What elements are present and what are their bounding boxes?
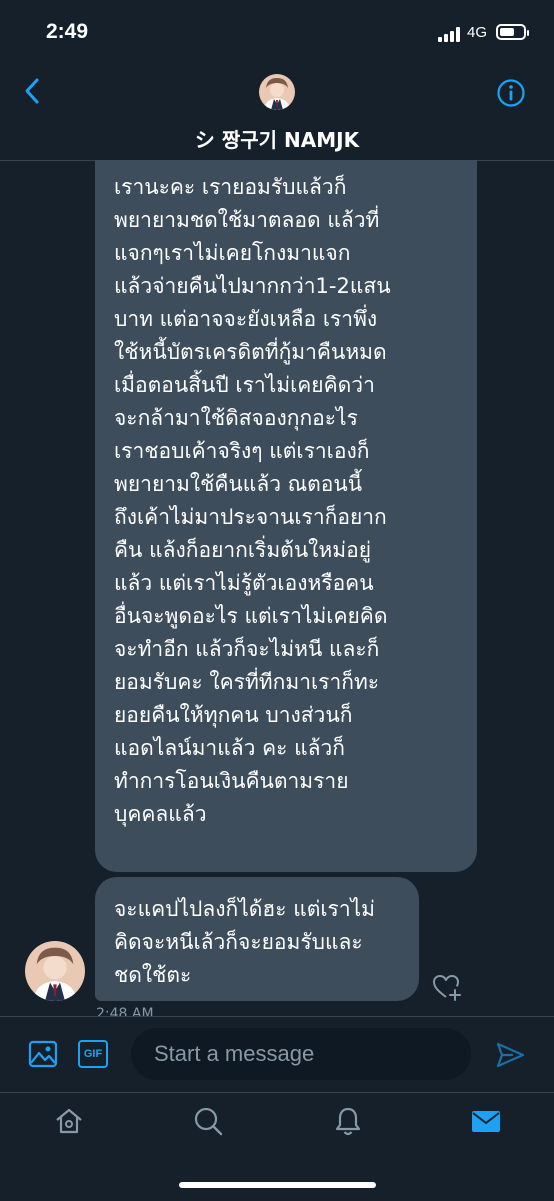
message-line: พยายามใช้คืนแล้ว ณตอนนี้ — [114, 472, 363, 496]
message-line: คืน แล้งก็อยากเริ่มต้นใหม่อยู่ — [114, 538, 372, 562]
message-bubble[interactable]: จะแคปไปลงก็ได้ฮะ แต่เราไม่ คิดจะหนีเล้วก… — [95, 877, 419, 1001]
gif-button[interactable]: GIF — [78, 1040, 108, 1068]
message-line: อื่นจะพูดอะไร แต่เราไม่เคยคิด — [114, 604, 388, 628]
conversation-header: シ 짱구기 NAMJK — [0, 62, 554, 161]
message-line: ยอมรับคะ ใครที่ทีกมาเราก็ทะ — [114, 670, 380, 694]
message-line: จะแคปไปลงก็ได้ฮะ แต่เราไม่ — [114, 897, 376, 921]
message-line: บาท แต่อาจจะยังเหลือ เราพึ่ง — [114, 307, 378, 331]
message-line: ทำการโอนเงินคืนตามราย — [114, 769, 349, 793]
signal-icon — [438, 26, 464, 42]
home-indicator — [179, 1182, 376, 1188]
home-icon[interactable] — [53, 1105, 85, 1137]
image-icon[interactable] — [28, 1039, 58, 1069]
status-bar: 2:49 4G — [0, 0, 554, 62]
message-line: จะทำอีก แล้วก็จะไม่หนี และก็ — [114, 637, 380, 661]
chevron-left-icon[interactable] — [18, 76, 48, 106]
message-input[interactable]: Start a message — [131, 1028, 471, 1080]
message-line: คิดจะหนีเล้วก็จะยอมรับและ — [114, 930, 363, 954]
message-line: เมื่อตอนสิ้นปี เราไม่เคยคิดว่า — [114, 373, 375, 397]
send-icon[interactable] — [494, 1039, 526, 1071]
message-line: ชดใช้ตะ — [114, 963, 192, 987]
message-line: แล้วจ่ายคืนไปมากกว่า1-2แสน — [114, 274, 391, 298]
bell-icon[interactable] — [332, 1105, 364, 1137]
message-line: ถึงเค้าไม่มาประจานเราก็อยาก — [114, 505, 387, 529]
message-line: จะกล้ามาใช้ดิสจองกุกอะไร — [114, 406, 358, 430]
sender-avatar[interactable] — [25, 941, 85, 1001]
message-composer: GIF Start a message — [0, 1016, 554, 1093]
search-icon[interactable] — [192, 1105, 224, 1137]
info-icon[interactable] — [496, 78, 526, 108]
avatar[interactable] — [259, 74, 295, 110]
message-line: แล้ว แต่เราไม่รู้ตัวเองหรือคน — [114, 571, 374, 595]
message-line: พยายามชดใช้มาตลอด แล้วที่ — [114, 208, 380, 232]
network-label: 4G — [467, 24, 488, 41]
status-time: 2:49 — [46, 20, 89, 43]
heart-plus-icon[interactable] — [431, 971, 463, 1003]
battery-icon — [496, 24, 529, 40]
message-bubble[interactable]: เรานะคะ เรายอมรับแล้วก็ พยายามชดใช้มาตลอ… — [95, 160, 477, 872]
message-line: เรานะคะ เรายอมรับแล้วก็ — [114, 175, 347, 199]
message-line: ใช้หนี้บัตรเครดิตที่กู้มาคืนหมด — [114, 340, 387, 364]
conversation-name[interactable]: シ 짱구기 NAMJK — [0, 124, 554, 153]
message-line: ยอยคืนให้ทุกคน บางส่วนก็ — [114, 703, 353, 727]
message-line: แอดไลน์มาแล้ว คะ แล้วก็ — [114, 736, 345, 760]
message-line: บุคคลแล้ว — [114, 802, 207, 826]
message-line: แจกๆเราไม่เคยโกงมาแจก — [114, 241, 351, 265]
message-input-placeholder: Start a message — [154, 1041, 315, 1066]
mail-icon[interactable] — [470, 1105, 502, 1137]
message-line: เราชอบเค้าจริงๆ แต่เราเองก็ — [114, 439, 370, 463]
